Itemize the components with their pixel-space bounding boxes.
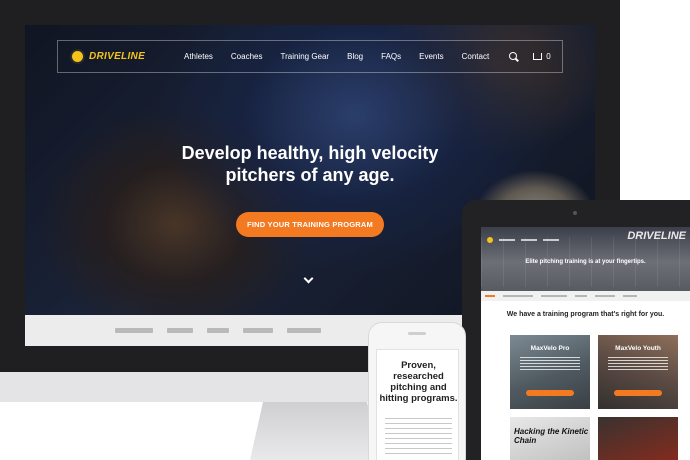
find-training-program-button[interactable]: FIND YOUR TRAINING PROGRAM (236, 212, 384, 237)
tablet-hero-text: Elite pitching training is at your finge… (525, 259, 646, 265)
monitor-stand (250, 402, 380, 460)
tablet-device: DRIVELINE Elite pitching training is at … (462, 200, 690, 460)
book-card[interactable]: Hacking the Kinetic Chain (510, 417, 590, 460)
partner-logo (167, 328, 193, 333)
hero-title: Develop healthy, high velocity pitchers … (25, 142, 595, 186)
search-icon[interactable] (509, 51, 519, 62)
tablet-camera (573, 211, 577, 215)
program-card-title: MaxVelo Pro (530, 345, 570, 352)
tablet-brand-banner: DRIVELINE (627, 230, 686, 242)
tablet-tab[interactable] (623, 295, 637, 297)
partner-logo (287, 328, 321, 333)
book-title: Hacking the Kinetic Chain (514, 427, 589, 445)
partner-logo (207, 328, 229, 333)
program-card-button[interactable] (614, 390, 662, 396)
cart-count: 0 (546, 52, 551, 61)
nav-link-athletes[interactable]: Athletes (184, 52, 213, 61)
phone-screen: Proven, researched pitching and hitting … (376, 349, 459, 460)
nav-links: Athletes Coaches Training Gear Blog FAQs… (184, 52, 507, 61)
tablet-tab[interactable] (595, 295, 615, 297)
partner-logo (243, 328, 273, 333)
nav-link-contact[interactable]: Contact (462, 52, 490, 61)
program-card-copy (520, 357, 580, 371)
tablet-section-heading: We have a training program that's right … (506, 311, 665, 318)
tablet-screen: DRIVELINE Elite pitching training is at … (481, 227, 690, 460)
tablet-nav-item[interactable] (521, 239, 537, 241)
program-card-button[interactable] (526, 390, 574, 396)
program-card-youth[interactable]: MaxVelo Youth (598, 335, 678, 409)
program-card-pro[interactable]: MaxVelo Pro (510, 335, 590, 409)
tablet-tab[interactable] (541, 295, 567, 297)
nav-link-faqs[interactable]: FAQs (381, 52, 401, 61)
nav-link-blog[interactable]: Blog (347, 52, 363, 61)
phone-speaker (408, 332, 426, 335)
tablet-hero: DRIVELINE Elite pitching training is at … (481, 227, 690, 291)
hero-title-line-2: pitchers of any age. (225, 165, 395, 185)
cart-icon (533, 53, 543, 60)
main-nav: DRIVELINE Athletes Coaches Training Gear… (57, 40, 563, 73)
partner-logo (115, 328, 153, 333)
nav-link-coaches[interactable]: Coaches (231, 52, 263, 61)
cart-button[interactable]: 0 (533, 52, 551, 61)
tablet-logo-icon[interactable] (487, 237, 493, 243)
tablet-tab[interactable] (503, 295, 533, 297)
phone-heading: Proven, researched pitching and hitting … (379, 360, 458, 404)
tablet-tab[interactable] (575, 295, 587, 297)
phone-body-copy (385, 418, 452, 458)
tablet-nav-item[interactable] (499, 239, 515, 241)
nav-link-training-gear[interactable]: Training Gear (280, 52, 329, 61)
brand-logo[interactable]: DRIVELINE (70, 49, 160, 64)
book-card[interactable] (598, 417, 678, 460)
nav-icons: 0 (509, 51, 551, 62)
device-mockup-showcase: DRIVELINE Athletes Coaches Training Gear… (0, 0, 690, 460)
program-card-copy (608, 357, 668, 371)
tablet-tabs (481, 291, 690, 301)
nav-link-events[interactable]: Events (419, 52, 443, 61)
program-card-title: MaxVelo Youth (615, 345, 661, 352)
phone-device: Proven, researched pitching and hitting … (368, 322, 466, 460)
hero-title-line-1: Develop healthy, high velocity (181, 143, 439, 163)
tablet-nav-item[interactable] (543, 239, 559, 241)
brand-name: DRIVELINE (89, 51, 146, 62)
tablet-tab[interactable] (485, 295, 495, 297)
brand-logo-icon (70, 49, 85, 64)
